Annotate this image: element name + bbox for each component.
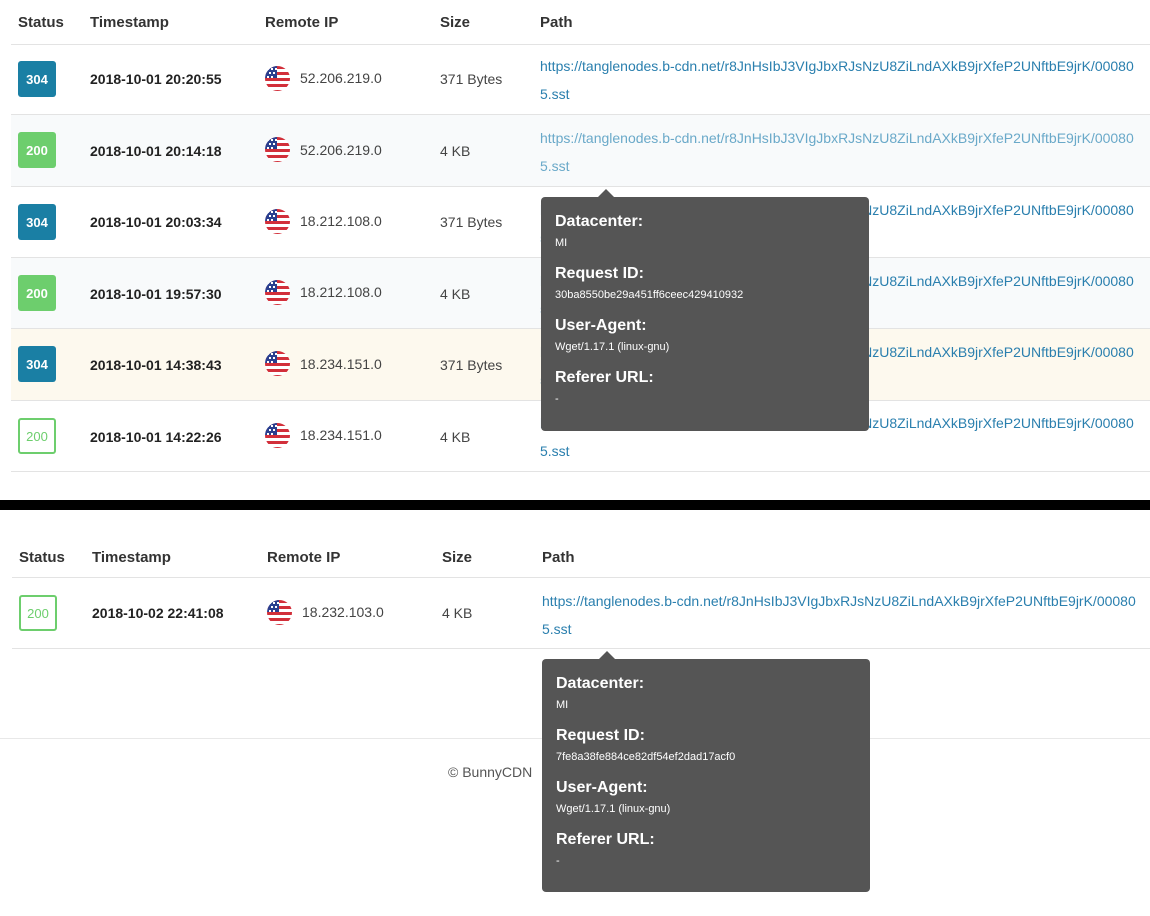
screenshot-divider xyxy=(0,500,1150,510)
column-size[interactable]: Size xyxy=(442,549,472,566)
path-link[interactable]: https://tanglenodes.b-cdn.net/r8JnHsIbJ3… xyxy=(540,124,1140,180)
timestamp: 2018-10-01 14:38:43 xyxy=(90,357,222,373)
us-flag-icon xyxy=(267,600,292,625)
status-badge: 200 xyxy=(19,595,57,631)
column-path[interactable]: Path xyxy=(540,14,573,31)
log-panel-2: Status Timestamp Remote IP Size Path 200… xyxy=(0,510,1150,916)
timestamp: 2018-10-02 22:41:08 xyxy=(92,605,224,621)
request-id-label: Request ID: xyxy=(556,727,645,744)
timestamp: 2018-10-01 20:14:18 xyxy=(90,143,222,159)
us-flag-icon xyxy=(265,66,290,91)
size: 4 KB xyxy=(440,143,471,159)
us-flag-icon xyxy=(265,137,290,162)
size: 371 Bytes xyxy=(440,71,503,87)
user-agent-label: User-Agent: xyxy=(556,779,648,796)
path-link[interactable]: https://tanglenodes.b-cdn.net/r8JnHsIbJ3… xyxy=(542,587,1142,643)
column-remote-ip[interactable]: Remote IP xyxy=(267,549,340,566)
remote-ip: 18.232.103.0 xyxy=(302,604,384,620)
timestamp: 2018-10-01 20:20:55 xyxy=(90,71,222,87)
referer-label: Referer URL: xyxy=(556,831,655,848)
remote-ip: 52.206.219.0 xyxy=(300,70,382,86)
referer-value: - xyxy=(556,855,560,867)
user-agent-value: Wget/1.17.1 (linux-gnu) xyxy=(556,803,671,815)
remote-ip: 52.206.219.0 xyxy=(300,142,382,158)
us-flag-icon xyxy=(265,209,290,234)
user-agent-value: Wget/1.17.1 (linux-gnu) xyxy=(555,341,670,353)
request-details-tooltip: Datacenter: MI Request ID: 7fe8a38fe884c… xyxy=(542,651,870,892)
us-flag-icon xyxy=(265,423,290,448)
request-id-value: 30ba8550be29a451ff6ceec429410932 xyxy=(555,289,744,301)
user-agent-label: User-Agent: xyxy=(555,317,647,334)
status-badge: 200 xyxy=(18,132,56,168)
remote-ip: 18.234.151.0 xyxy=(300,356,382,372)
size: 4 KB xyxy=(440,286,471,302)
size: 4 KB xyxy=(442,605,473,621)
referer-value: - xyxy=(555,393,559,405)
size: 4 KB xyxy=(440,429,471,445)
us-flag-icon xyxy=(265,351,290,376)
remote-ip: 18.234.151.0 xyxy=(300,427,382,443)
column-size[interactable]: Size xyxy=(440,14,470,31)
size: 371 Bytes xyxy=(440,357,503,373)
request-details-tooltip: Datacenter: MI Request ID: 30ba8550be29a… xyxy=(541,189,869,431)
table-header: Status Timestamp Remote IP Size Path xyxy=(12,534,1150,578)
table-row[interactable]: 304 2018-10-01 20:20:55 52.206.219.0 371… xyxy=(11,44,1150,115)
path-link[interactable]: https://tanglenodes.b-cdn.net/r8JnHsIbJ3… xyxy=(540,52,1140,108)
status-badge: 304 xyxy=(18,61,56,97)
timestamp: 2018-10-01 20:03:34 xyxy=(90,214,222,230)
column-path[interactable]: Path xyxy=(542,549,575,566)
column-status[interactable]: Status xyxy=(18,14,64,31)
column-timestamp[interactable]: Timestamp xyxy=(90,14,169,31)
timestamp: 2018-10-01 19:57:30 xyxy=(90,286,222,302)
status-badge: 304 xyxy=(18,204,56,240)
remote-ip: 18.212.108.0 xyxy=(300,284,382,300)
table-row[interactable]: 200 2018-10-02 22:41:08 18.232.103.0 4 K… xyxy=(12,578,1150,649)
datacenter-label: Datacenter: xyxy=(556,675,645,692)
datacenter-value: MI xyxy=(555,237,568,249)
timestamp: 2018-10-01 14:22:26 xyxy=(90,429,222,445)
datacenter-value: MI xyxy=(556,699,569,711)
column-remote-ip[interactable]: Remote IP xyxy=(265,14,338,31)
referer-label: Referer URL: xyxy=(555,369,654,386)
status-badge: 200 xyxy=(18,418,56,454)
table-header: Status Timestamp Remote IP Size Path xyxy=(11,0,1150,45)
remote-ip: 18.212.108.0 xyxy=(300,213,382,229)
column-timestamp[interactable]: Timestamp xyxy=(92,549,171,566)
table-row[interactable]: 200 2018-10-01 20:14:18 52.206.219.0 4 K… xyxy=(11,115,1150,187)
status-badge: 304 xyxy=(18,346,56,382)
column-status[interactable]: Status xyxy=(19,549,65,566)
footer-copyright: © BunnyCDN xyxy=(448,764,533,780)
us-flag-icon xyxy=(265,280,290,305)
size: 371 Bytes xyxy=(440,214,503,230)
status-badge: 200 xyxy=(18,275,56,311)
request-id-value: 7fe8a38fe884ce82df54ef2dad17acf0 xyxy=(556,751,736,763)
log-panel-1: Status Timestamp Remote IP Size Path 304… xyxy=(0,0,1150,500)
request-id-label: Request ID: xyxy=(555,265,644,282)
datacenter-label: Datacenter: xyxy=(555,213,644,230)
